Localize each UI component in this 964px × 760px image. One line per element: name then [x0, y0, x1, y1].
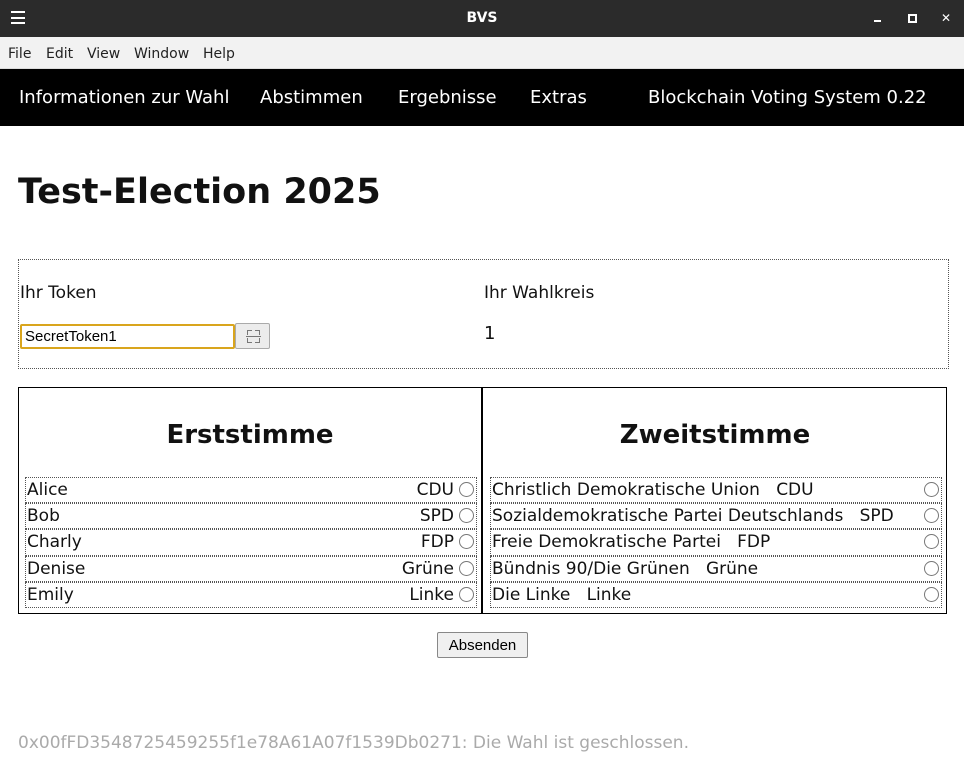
candidate-name: Charly [27, 532, 82, 553]
party-row[interactable]: Sozialdemokratische Partei Deutschlands … [490, 503, 942, 530]
party-name: Die Linke [492, 584, 571, 605]
token-input[interactable] [20, 324, 235, 349]
party-short: FDP [737, 532, 771, 553]
menu-window[interactable]: Window [134, 46, 189, 62]
nav-informationen[interactable]: Informationen zur Wahl [19, 87, 229, 108]
submit-button[interactable]: Absenden [437, 632, 528, 658]
candidate-party: Grüne [401, 558, 454, 579]
menu-edit[interactable]: Edit [46, 46, 73, 62]
party-row[interactable]: Christlich Demokratische Union CDU [490, 477, 942, 504]
party-row[interactable]: Bündnis 90/Die Grünen Grüne [490, 555, 942, 582]
status-message: 0x00fFD3548725459255f1e78A61A07f1539Db02… [18, 733, 689, 753]
candidate-party: Linke [409, 584, 454, 605]
maximize-icon[interactable] [902, 8, 922, 28]
app-version: Blockchain Voting System 0.22 [648, 87, 927, 108]
candidate-name: Denise [27, 558, 86, 579]
nav-extras[interactable]: Extras [530, 87, 587, 108]
party-label: Die Linke Linke [492, 583, 631, 607]
scan-token-button[interactable] [235, 323, 270, 349]
candidate-row[interactable]: Denise Grüne [25, 555, 477, 582]
zweitstimme-column: Zweitstimme Christlich Demokratische Uni… [484, 388, 946, 613]
party-radio[interactable] [924, 586, 939, 602]
erststimme-column: Erststimme Alice CDU Bob SPD Charly FDP … [19, 388, 483, 613]
candidate-radio[interactable] [459, 534, 474, 550]
window-titlebar: BVS ✕ [0, 0, 964, 37]
window-title: BVS [466, 10, 498, 26]
ballot: Erststimme Alice CDU Bob SPD Charly FDP … [18, 387, 947, 614]
candidate-row[interactable]: Emily Linke [25, 581, 477, 608]
candidate-name: Bob [27, 506, 60, 527]
menu-file[interactable]: File [8, 46, 31, 62]
party-label: Sozialdemokratische Partei Deutschlands … [492, 504, 894, 528]
nav-abstimmen[interactable]: Abstimmen [260, 87, 363, 108]
menu-view[interactable]: View [87, 46, 120, 62]
party-name: Freie Demokratische Partei [492, 532, 721, 553]
erststimme-heading: Erststimme [166, 420, 334, 450]
candidate-name: Alice [27, 480, 68, 500]
candidate-name: Emily [27, 584, 74, 605]
party-label: Freie Demokratische Partei FDP [492, 530, 770, 554]
candidate-party: SPD [419, 506, 454, 527]
candidate-row[interactable]: Charly FDP [25, 529, 477, 556]
party-radio[interactable] [924, 508, 939, 524]
page-title: Test-Election 2025 [18, 172, 381, 212]
party-radio[interactable] [924, 534, 939, 550]
minimize-icon[interactable] [868, 8, 888, 28]
wahlkreis-label: Ihr Wahlkreis [484, 283, 595, 303]
candidate-row[interactable]: Alice CDU [25, 477, 477, 504]
party-radio[interactable] [924, 560, 939, 576]
party-radio[interactable] [924, 482, 939, 497]
party-name: Christlich Demokratische Union [492, 480, 760, 500]
app-navigation: Informationen zur Wahl Abstimmen Ergebni… [0, 69, 964, 126]
party-row[interactable]: Freie Demokratische Partei FDP [490, 529, 942, 556]
token-panel: Ihr Token Ihr Wahlkreis 1 [18, 259, 949, 369]
party-short: Linke [586, 584, 632, 605]
candidate-radio[interactable] [459, 482, 474, 497]
party-label: Bündnis 90/Die Grünen Grüne [492, 557, 758, 581]
menu-help[interactable]: Help [203, 46, 235, 62]
party-short: CDU [776, 480, 814, 500]
zweitstimme-heading: Zweitstimme [619, 420, 811, 450]
party-name: Bündnis 90/Die Grünen [492, 558, 690, 579]
candidate-party: FDP [420, 532, 454, 553]
party-label: Christlich Demokratische Union CDU [492, 478, 814, 502]
party-row[interactable]: Die Linke Linke [490, 581, 942, 608]
token-label: Ihr Token [20, 283, 97, 303]
candidate-radio[interactable] [459, 560, 474, 576]
candidate-radio[interactable] [459, 508, 474, 524]
candidate-row[interactable]: Bob SPD [25, 503, 477, 530]
party-short: SPD [859, 506, 894, 527]
party-name: Sozialdemokratische Partei Deutschlands [492, 506, 844, 527]
nav-ergebnisse[interactable]: Ergebnisse [398, 87, 497, 108]
close-icon[interactable]: ✕ [936, 8, 956, 28]
wahlkreis-value: 1 [484, 323, 496, 344]
party-short: Grüne [705, 558, 759, 579]
menubar: File Edit View Window Help [0, 37, 964, 69]
candidate-radio[interactable] [459, 586, 474, 602]
candidate-party: CDU [416, 480, 454, 500]
